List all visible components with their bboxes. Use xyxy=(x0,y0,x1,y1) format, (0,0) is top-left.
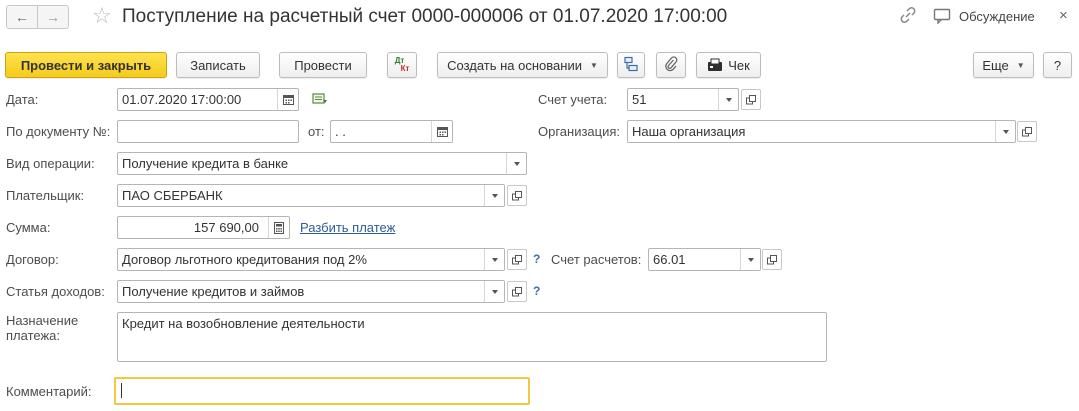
split-payment-link[interactable]: Разбить платеж xyxy=(300,220,395,235)
account-value: 51 xyxy=(632,92,647,107)
open-window-icon xyxy=(746,94,756,104)
receipt-icon xyxy=(707,58,723,72)
open-window-icon xyxy=(1022,126,1032,136)
income-item-help-icon[interactable]: ? xyxy=(533,284,540,298)
create-based-on-label: Создать на основании xyxy=(447,57,582,73)
doc-date-field[interactable]: . . xyxy=(330,120,453,143)
chevron-down-icon: ▼ xyxy=(1016,60,1025,70)
chat-icon[interactable] xyxy=(933,8,951,27)
doc-number-label: По документу №: xyxy=(6,124,111,139)
chevron-down-icon[interactable] xyxy=(484,281,504,302)
open-organization-button[interactable] xyxy=(1017,121,1037,142)
post-and-close-label: Провести и закрыть xyxy=(20,57,152,73)
chevron-down-icon[interactable] xyxy=(740,249,760,270)
account-select[interactable]: 51 xyxy=(627,88,739,111)
calendar-icon[interactable] xyxy=(277,89,298,110)
comment-label: Комментарий: xyxy=(6,384,92,399)
payer-select[interactable]: ПАО СБЕРБАНК xyxy=(117,184,505,207)
post-button[interactable]: Провести xyxy=(279,52,367,78)
post-label: Провести xyxy=(294,57,352,73)
open-contract-button[interactable] xyxy=(507,249,527,270)
dt-kt-button[interactable]: Дт Кт xyxy=(387,52,417,78)
settlement-account-label: Счет расчетов: xyxy=(551,252,642,267)
comment-input[interactable] xyxy=(114,377,530,405)
more-button[interactable]: Еще ▼ xyxy=(973,52,1034,78)
payment-purpose-textarea[interactable]: Кредит на возобновление деятельности xyxy=(117,312,827,362)
doc-date-value: . . xyxy=(335,124,346,139)
open-payer-button[interactable] xyxy=(507,185,527,206)
calendar-icon[interactable] xyxy=(431,121,452,142)
chevron-down-icon[interactable] xyxy=(718,89,738,110)
amount-field[interactable]: 157 690,00 xyxy=(117,216,290,239)
contract-label: Договор: xyxy=(6,252,59,267)
kt-icon: Кт xyxy=(400,64,410,73)
contract-select[interactable]: Договор льготного кредитования под 2% xyxy=(117,248,505,271)
payment-purpose-label-line2: платежа: xyxy=(6,328,60,343)
chevron-down-icon[interactable] xyxy=(484,185,504,206)
date-value: 01.07.2020 17:00:00 xyxy=(122,92,242,107)
create-based-on-button[interactable]: Создать на основании ▼ xyxy=(437,52,608,78)
date-label: Дата: xyxy=(6,92,39,107)
open-window-icon xyxy=(767,254,777,264)
operation-type-select[interactable]: Получение кредита в банке xyxy=(117,152,527,175)
open-window-icon xyxy=(512,254,522,264)
chevron-down-icon: ▼ xyxy=(589,60,598,70)
payment-purpose-value: Кредит на возобновление деятельности xyxy=(122,316,365,331)
structure-button[interactable] xyxy=(617,52,645,78)
save-button[interactable]: Записать xyxy=(176,52,260,78)
page-title: Поступление на расчетный счет 0000-00000… xyxy=(122,6,728,27)
contract-value: Договор льготного кредитования под 2% xyxy=(122,252,367,267)
help-button[interactable]: ? xyxy=(1043,52,1072,78)
operation-type-value: Получение кредита в банке xyxy=(122,156,289,171)
open-income-item-button[interactable] xyxy=(507,281,527,302)
payer-label: Плательщик: xyxy=(6,188,85,203)
close-icon[interactable]: × xyxy=(1059,6,1068,26)
forward-button[interactable]: → xyxy=(37,5,69,29)
contract-help-icon[interactable]: ? xyxy=(533,252,540,266)
structure-icon xyxy=(623,56,639,75)
date-field[interactable]: 01.07.2020 17:00:00 xyxy=(117,88,299,111)
attach-button[interactable] xyxy=(656,52,686,78)
arrow-right-icon: → xyxy=(46,9,60,25)
chevron-down-icon[interactable] xyxy=(506,153,526,174)
check-button[interactable]: Чек xyxy=(696,52,761,78)
open-window-icon xyxy=(512,190,522,200)
open-settlement-account-button[interactable] xyxy=(762,249,782,270)
text-cursor xyxy=(121,383,122,398)
income-item-value: Получение кредитов и займов xyxy=(122,284,305,299)
chevron-down-icon[interactable] xyxy=(484,249,504,270)
help-label: ? xyxy=(1053,57,1062,73)
account-label: Счет учета: xyxy=(538,92,608,107)
amount-value: 157 690,00 xyxy=(193,220,259,235)
post-and-close-button[interactable]: Провести и закрыть xyxy=(5,52,167,78)
settlement-account-value: 66.01 xyxy=(653,252,686,267)
link-icon[interactable] xyxy=(899,6,917,27)
calculator-icon[interactable] xyxy=(268,217,289,238)
payer-value: ПАО СБЕРБАНК xyxy=(122,188,223,203)
open-window-icon xyxy=(512,286,522,296)
amount-label: Сумма: xyxy=(6,220,51,235)
doc-date-label: от: xyxy=(308,124,325,139)
organization-value: Наша организация xyxy=(632,124,746,139)
discussion-link[interactable]: Обсуждение xyxy=(959,9,1035,24)
arrow-left-icon: ← xyxy=(15,9,29,25)
organization-label: Организация: xyxy=(538,124,621,139)
settlement-account-select[interactable]: 66.01 xyxy=(648,248,761,271)
income-item-label: Статья доходов: xyxy=(6,284,105,299)
check-label: Чек xyxy=(728,57,750,73)
open-account-button[interactable] xyxy=(741,89,761,110)
chevron-down-icon[interactable] xyxy=(995,121,1015,142)
document-history-icon[interactable] xyxy=(312,92,328,109)
paperclip-icon xyxy=(664,55,678,75)
save-label: Записать xyxy=(190,57,246,73)
operation-type-label: Вид операции: xyxy=(6,156,95,171)
income-item-select[interactable]: Получение кредитов и займов xyxy=(117,280,505,303)
favorite-star-icon[interactable]: ☆ xyxy=(92,4,112,28)
doc-number-field[interactable] xyxy=(117,120,299,143)
payment-purpose-label-line1: Назначение xyxy=(6,313,79,328)
organization-select[interactable]: Наша организация xyxy=(627,120,1016,143)
back-button[interactable]: ← xyxy=(6,5,38,29)
more-label: Еще xyxy=(982,57,1009,73)
